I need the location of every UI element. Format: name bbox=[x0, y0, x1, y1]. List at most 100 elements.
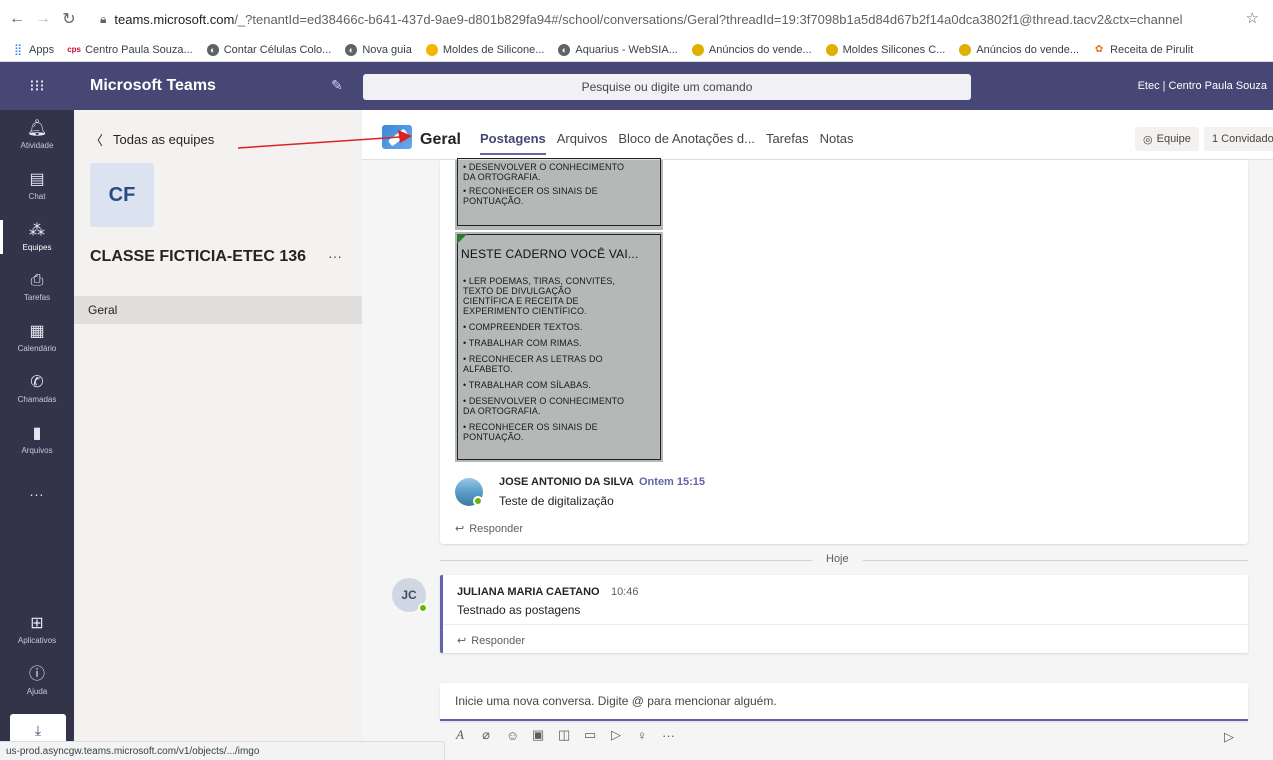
calendar-icon: ▦ bbox=[29, 323, 45, 340]
message-timestamp: 10:46 bbox=[611, 586, 639, 598]
appbar-assignments[interactable]: ⎙ Tarefas bbox=[0, 262, 74, 312]
send-icon[interactable]: ▷ bbox=[1224, 729, 1234, 745]
chevron-left-icon: 〈 bbox=[90, 133, 104, 148]
channel-name: Geral bbox=[420, 131, 461, 148]
handshake-icon bbox=[691, 43, 704, 56]
new-chat-icon[interactable]: ✎ bbox=[331, 77, 343, 94]
message-card: JULIANA MARIA CAETANO 10:46 Testnado as … bbox=[440, 575, 1248, 653]
sticker-icon[interactable]: ◫ bbox=[558, 727, 570, 743]
emoji-icon[interactable]: ☺ bbox=[506, 728, 519, 743]
bookmarks-bar: ⣿ Apps cps Centro Paula Souza... ◐ Contar C… bbox=[0, 38, 1273, 62]
format-icon[interactable]: A bbox=[454, 727, 466, 743]
channel-item-geral[interactable]: Geral bbox=[74, 296, 362, 324]
gif-icon[interactable]: ▣ bbox=[532, 727, 544, 743]
teams-icon: ⁂ bbox=[29, 222, 45, 239]
bookmark-item[interactable]: Moldes Silicones C... bbox=[825, 43, 945, 56]
app-title: Microsoft Teams bbox=[90, 77, 216, 94]
message-author[interactable]: JOSE ANTONIO DA SILVA bbox=[499, 476, 634, 488]
appbar-files[interactable]: ▮ Arquivos bbox=[0, 415, 74, 465]
message-author[interactable]: JULIANA MARIA CAETANO bbox=[457, 586, 600, 598]
status-bar-url: us-prod.asyncgw.teams.microsoft.com/v1/o… bbox=[0, 741, 445, 760]
org-name[interactable]: Etec | Centro Paula Souza bbox=[1138, 80, 1267, 92]
appbar-help[interactable]: ⓘ Ajuda bbox=[0, 656, 74, 706]
scan-text: EXPERIMENTO CIENTÍFICO. bbox=[463, 306, 587, 316]
bookmark-star-icon[interactable]: ☆ bbox=[1246, 9, 1259, 27]
tab-assignments[interactable]: Tarefas bbox=[766, 131, 809, 155]
tab-files[interactable]: Arquivos bbox=[557, 131, 608, 155]
appbar-chat[interactable]: ▤ Chat bbox=[0, 161, 74, 211]
appbar-calendar[interactable]: ▦ Calendário bbox=[0, 313, 74, 363]
address-bar[interactable]: 🔒︎ teams.microsoft.com/_?tenantId=ed3846… bbox=[90, 6, 1258, 32]
scan-corner-mark bbox=[457, 234, 467, 244]
scanned-image[interactable]: NESTE CADERNO VOCÊ VAI... • LER POEMAS, … bbox=[455, 232, 663, 462]
reply-button[interactable]: ↩ Responder bbox=[457, 634, 525, 647]
scan-text: PONTUAÇÃO. bbox=[463, 196, 524, 206]
scan-text: DA ORTOGRAFIA. bbox=[463, 172, 541, 182]
scan-text: • RECONHECER AS LETRAS DO bbox=[463, 354, 603, 364]
app-launcher-icon[interactable]: ⁝⁝⁝ bbox=[0, 62, 74, 110]
channel-tabs: Postagens Arquivos Bloco de Anotações d.… bbox=[480, 131, 865, 155]
team-button[interactable]: ◎ Equipe bbox=[1135, 127, 1199, 151]
scanned-image-top[interactable]: • DESENVOLVER O CONHECIMENTO DA ORTOGRAF… bbox=[455, 158, 663, 230]
all-teams-link[interactable]: 〈 Todas as equipes bbox=[90, 130, 214, 149]
meet-now-icon[interactable]: ▭ bbox=[584, 727, 596, 743]
reply-button[interactable]: ↩ Responder bbox=[455, 522, 523, 535]
team-name: CLASSE FICTICIA-ETEC 136 bbox=[90, 248, 307, 265]
scan-text: • TRABALHAR COM SÍLABAS. bbox=[463, 380, 591, 390]
scan-text: • DESENVOLVER O CONHECIMENTO bbox=[463, 162, 625, 172]
more-icon: ... bbox=[29, 483, 45, 499]
day-divider-label: Hoje bbox=[812, 553, 863, 565]
bookmark-item[interactable]: ✿ Receita de Pirulit bbox=[1093, 44, 1193, 56]
apps-grid-icon: ⣿ bbox=[13, 44, 23, 56]
message-list: • DESENVOLVER O CONHECIMENTO DA ORTOGRAF… bbox=[362, 158, 1273, 760]
appbar-apps[interactable]: ⊞ Aplicativos bbox=[0, 605, 74, 655]
scan-text: • RECONHECER OS SINAIS DE bbox=[463, 186, 598, 196]
teams-header: ⁝⁝⁝ Microsoft Teams ✎ Pesquise ou digite… bbox=[0, 62, 1273, 110]
attach-icon[interactable]: ⌀ bbox=[480, 727, 492, 743]
recipe-icon: ✿ bbox=[1094, 44, 1104, 55]
tab-grades[interactable]: Notas bbox=[820, 131, 854, 155]
message-body: Testnado as postagens bbox=[457, 603, 581, 617]
scan-text: • COMPREENDER TEXTOS. bbox=[463, 322, 583, 332]
forward-arrow-icon[interactable]: → bbox=[32, 8, 54, 30]
handshake-icon bbox=[959, 43, 972, 56]
reply-arrow-icon: ↩ bbox=[457, 635, 467, 647]
presence-available-icon bbox=[418, 603, 428, 613]
tab-notebook[interactable]: Bloco de Anotações d... bbox=[618, 131, 755, 155]
reload-icon[interactable]: ↻ bbox=[58, 8, 80, 30]
appbar-teams[interactable]: ⁂ Equipes bbox=[0, 212, 74, 262]
stream-icon[interactable]: ▷ bbox=[610, 727, 622, 743]
url-path: /_?tenantId=ed38466c-b641-437d-9ae9-d801… bbox=[234, 11, 1183, 27]
bookmark-item[interactable]: Anúncios do vende... bbox=[691, 43, 812, 56]
eye-icon: ◎ bbox=[1143, 133, 1153, 146]
more-options-icon[interactable]: ··· bbox=[662, 728, 675, 743]
bookmark-item[interactable]: ⣿ Apps bbox=[12, 44, 54, 57]
guest-button[interactable]: 1 Convidado bbox=[1204, 127, 1273, 151]
scan-text: DA ORTOGRAFIA. bbox=[463, 406, 541, 416]
appbar-calls[interactable]: ✆ Chamadas bbox=[0, 364, 74, 414]
bookmark-item[interactable]: ◐ Contar Células Colo... bbox=[206, 43, 331, 56]
back-arrow-icon[interactable]: ← bbox=[6, 8, 28, 30]
tab-posts[interactable]: Postagens bbox=[480, 131, 546, 155]
more-options-icon[interactable]: ··· bbox=[328, 248, 342, 264]
appbar-more[interactable]: ... bbox=[0, 466, 74, 516]
chat-icon: ▤ bbox=[29, 171, 45, 188]
scan-text: CIENTÍFICA E RECEITA DE bbox=[463, 296, 579, 306]
message-timestamp: Ontem 15:15 bbox=[639, 476, 706, 488]
message-body: Teste de digitalização bbox=[499, 494, 614, 508]
compose-toolbar: A ⌀ ☺ ▣ ◫ ▭ ▷ ♀ ··· bbox=[454, 727, 689, 743]
scan-text: ALFABETO. bbox=[463, 364, 513, 374]
bookmark-item[interactable]: Anúncios do vende... bbox=[959, 43, 1079, 56]
search-input[interactable]: Pesquise ou digite um comando bbox=[363, 74, 971, 100]
bookmark-item[interactable]: cps Centro Paula Souza... bbox=[67, 44, 193, 56]
praise-icon[interactable]: ♀ bbox=[636, 728, 648, 743]
apps-icon: ⊞ bbox=[30, 615, 44, 632]
appbar-activity[interactable]: 🔔︎ Atividade bbox=[0, 110, 74, 160]
bookmark-item[interactable]: ◐ Aquarius - WebSIA... bbox=[558, 43, 678, 56]
team-logo-icon bbox=[382, 125, 412, 149]
card-divider bbox=[443, 624, 1248, 625]
bookmark-item[interactable]: ◐ Nova guia bbox=[345, 43, 412, 56]
bookmark-item[interactable]: Moldes de Silicone... bbox=[425, 43, 544, 56]
compose-box[interactable]: Inicie uma nova conversa. Digite @ para … bbox=[440, 683, 1248, 721]
scan-text: TEXTO DE DIVULGAÇÃO bbox=[463, 286, 572, 296]
